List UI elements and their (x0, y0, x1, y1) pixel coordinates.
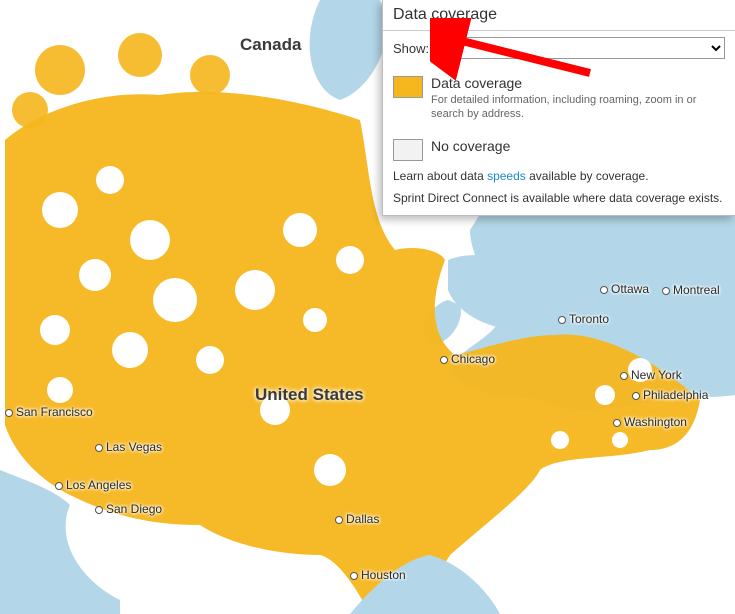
coverage-panel: Data coverage Show: 5G Data coverage For… (382, 0, 735, 216)
legend-coverage-label: Data coverage (431, 75, 725, 91)
panel-title: Data coverage (383, 0, 735, 31)
city-houston: Houston (350, 568, 406, 582)
city-ottawa: Ottawa (600, 282, 649, 296)
country-label-canada: Canada (240, 35, 301, 55)
city-washington: Washington (613, 415, 687, 429)
legend-swatch-coverage (393, 76, 423, 98)
city-las-vegas: Las Vegas (95, 440, 162, 454)
legend-coverage-sub: For detailed information, including roam… (431, 93, 725, 122)
city-dallas: Dallas (335, 512, 379, 526)
city-montreal: Montreal (662, 283, 720, 297)
panel-direct-connect-note: Sprint Direct Connect is available where… (383, 183, 735, 205)
city-toronto: Toronto (558, 312, 609, 326)
legend-swatch-no-coverage (393, 139, 423, 161)
city-philadelphia: Philadelphia (632, 388, 708, 402)
speeds-link[interactable]: speeds (487, 169, 526, 183)
city-san-diego: San Diego (95, 502, 162, 516)
coverage-type-select[interactable]: 5G (435, 37, 725, 59)
city-san-francisco: San Francisco (5, 405, 93, 419)
show-label: Show: (393, 41, 429, 56)
country-label-us: United States (255, 385, 364, 405)
city-new-york: New York (620, 368, 682, 382)
panel-speeds-note: Learn about data speeds available by cov… (383, 161, 735, 183)
city-los-angeles: Los Angeles (55, 478, 131, 492)
legend-no-coverage-label: No coverage (431, 138, 510, 154)
city-chicago: Chicago (440, 352, 495, 366)
